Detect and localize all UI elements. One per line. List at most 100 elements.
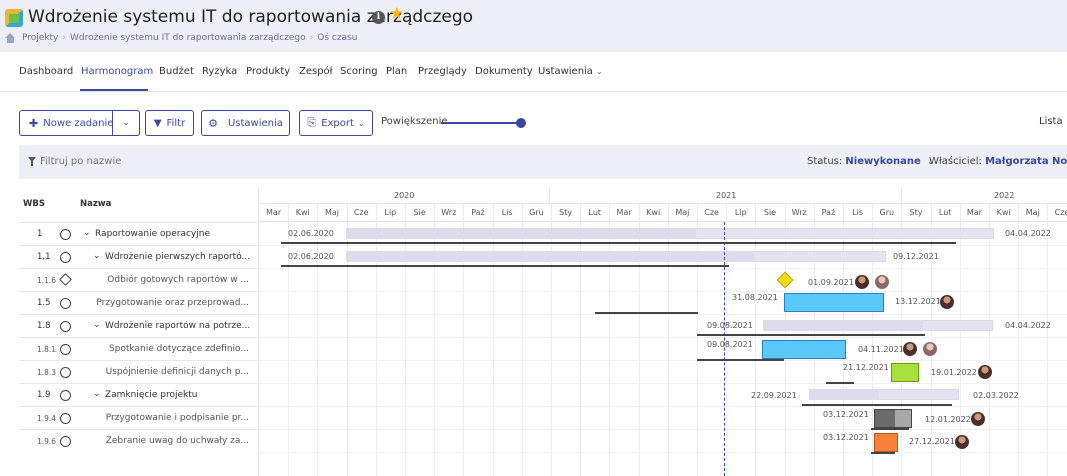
status-radio[interactable] bbox=[60, 413, 71, 424]
tab-dokumenty[interactable]: Dokumenty bbox=[475, 66, 533, 77]
table-row[interactable]: 1.9 ⌄ Zamknięcie projektu bbox=[19, 383, 259, 406]
list-view-toggle[interactable]: Lista bbox=[1039, 116, 1063, 127]
row-name: Zebranie uwag do uchwały za... bbox=[105, 436, 249, 446]
end-date-label: 19.01.2022 bbox=[931, 368, 977, 377]
chevron-down-icon[interactable]: ⌄ bbox=[83, 228, 91, 238]
task-bar[interactable] bbox=[891, 363, 919, 382]
table-row[interactable]: 1.8 ⌄ Wdrożenie raportów na potrze... bbox=[19, 314, 259, 337]
filter-button[interactable]: ▼ Filtr bbox=[145, 110, 194, 136]
tab-budzet[interactable]: Budżet bbox=[159, 66, 194, 77]
tab-dashboard[interactable]: Dashboard bbox=[19, 66, 73, 77]
start-date-label: 22.09.2021 bbox=[751, 391, 797, 400]
month-label: Maj bbox=[1025, 208, 1040, 217]
settings-label: Ustawienia bbox=[227, 117, 283, 129]
status-radio[interactable] bbox=[60, 390, 71, 401]
summary-progress bbox=[346, 228, 696, 239]
tab-ustawienia[interactable]: Ustawienia ⌄ bbox=[538, 66, 603, 77]
status-radio[interactable] bbox=[60, 436, 71, 447]
month-label: Cze bbox=[353, 208, 369, 217]
task-bar[interactable] bbox=[874, 433, 898, 452]
avatar[interactable] bbox=[970, 411, 986, 427]
chevron-down-icon[interactable]: ⌄ bbox=[93, 251, 101, 261]
end-date-label: 04.11.2021 bbox=[858, 345, 904, 354]
tab-ustawienia-label: Ustawienia bbox=[538, 66, 593, 77]
start-date-label: 09.08.2021 bbox=[707, 321, 753, 330]
status-filter-dropdown[interactable]: Status: Niewykonane ⌄ bbox=[807, 156, 934, 167]
status-radio[interactable] bbox=[60, 252, 71, 263]
breadcrumb-item-current: Oś czasu bbox=[317, 33, 358, 43]
tab-plan[interactable]: Plan bbox=[386, 66, 407, 77]
month-label: Sie bbox=[413, 208, 426, 217]
breadcrumb-item-projects[interactable]: Projekty bbox=[22, 33, 58, 43]
status-radio[interactable] bbox=[60, 344, 71, 355]
status-radio[interactable] bbox=[60, 321, 71, 332]
filter-by-name-input[interactable] bbox=[20, 149, 260, 173]
breadcrumb: Projekty › Wdrożenie systemu IT do rapor… bbox=[5, 33, 357, 43]
milestone-marker[interactable] bbox=[776, 271, 794, 289]
export-button[interactable]: ⎘ Export ⌄ bbox=[299, 110, 373, 136]
tab-zespol[interactable]: Zespół bbox=[299, 66, 333, 77]
plus-icon: ✚ bbox=[29, 116, 39, 130]
row-wbs: 1.5 bbox=[37, 298, 51, 308]
status-radio[interactable] bbox=[60, 229, 71, 240]
home-icon[interactable] bbox=[5, 33, 16, 43]
row-name: Wdrożenie pierwszych raportó... bbox=[105, 252, 251, 262]
tab-przeglady[interactable]: Przeglądy bbox=[418, 66, 467, 77]
status-radio[interactable] bbox=[60, 367, 71, 378]
avatar[interactable] bbox=[874, 274, 890, 290]
avatar[interactable] bbox=[854, 274, 870, 290]
status-radio[interactable] bbox=[60, 298, 71, 309]
table-row[interactable]: 1.1 ⌄ Wdrożenie pierwszych raportó... bbox=[19, 245, 259, 268]
task-bar[interactable] bbox=[784, 293, 884, 312]
tab-scoring[interactable]: Scoring bbox=[340, 66, 378, 77]
settings-button[interactable]: ⚙ Ustawienia bbox=[201, 110, 290, 136]
table-row[interactable]: 1.5 Przygotowanie oraz przeprowad... bbox=[19, 291, 259, 314]
breadcrumb-item-project[interactable]: Wdrożenie systemu IT do raportowania zar… bbox=[70, 33, 306, 43]
table-row[interactable]: 1.9.6 Zebranie uwag do uchwały za... bbox=[19, 429, 259, 452]
row-name: Przygotowanie i podpisanie pr... bbox=[105, 413, 249, 423]
tab-produkty[interactable]: Produkty bbox=[246, 66, 290, 77]
baseline-line bbox=[697, 359, 784, 361]
owner-filter-dropdown[interactable]: Właściciel: Małgorzata Nowak ⌄ bbox=[929, 156, 1067, 167]
task-bar[interactable] bbox=[762, 340, 846, 359]
avatar[interactable] bbox=[939, 294, 955, 310]
chevron-down-icon[interactable]: ⌄ bbox=[93, 389, 101, 399]
info-icon[interactable]: i bbox=[372, 11, 385, 24]
table-row[interactable]: 1.1.6 Odbiór gotowych raportów w ... bbox=[19, 268, 259, 291]
favorite-star-icon[interactable]: ★ bbox=[389, 6, 404, 23]
baseline-line bbox=[697, 334, 925, 336]
chevron-down-icon: ⌄ bbox=[357, 118, 365, 128]
table-row[interactable]: 1.8.1 Spotkanie dotyczące zdefinio... bbox=[19, 337, 259, 360]
row-gridline bbox=[259, 291, 1067, 292]
task-bar[interactable] bbox=[874, 409, 912, 428]
chevron-down-icon[interactable]: ⌄ bbox=[93, 320, 101, 330]
start-date-label: 21.12.2021 bbox=[843, 363, 889, 372]
avatar[interactable] bbox=[977, 364, 993, 380]
zoom-slider-thumb[interactable] bbox=[516, 118, 526, 128]
table-row[interactable]: 1.9.4 Przygotowanie i podpisanie pr... bbox=[19, 406, 259, 429]
zoom-slider-track[interactable] bbox=[441, 122, 521, 124]
end-date-label: 12.01.2022 bbox=[925, 415, 971, 424]
month-label: Gru bbox=[879, 208, 895, 217]
end-date-label: 04.04.2022 bbox=[1005, 229, 1051, 238]
month-label: Maj bbox=[675, 208, 690, 217]
month-label: Paź bbox=[821, 208, 836, 217]
month-label: Paź bbox=[471, 208, 485, 217]
table-row[interactable]: 1 ⌄ Raportowanie operacyjne bbox=[19, 222, 259, 245]
timeline-year-header: 2020 2021 2022 bbox=[259, 188, 1067, 204]
tab-harmonogram[interactable]: Harmonogram bbox=[81, 66, 153, 77]
new-task-dropdown-button[interactable]: ⌄ bbox=[113, 110, 140, 136]
tab-ryzyka[interactable]: Ryzyka bbox=[202, 66, 237, 77]
baseline-line bbox=[802, 404, 952, 406]
end-date-label: 02.03.2022 bbox=[973, 391, 1019, 400]
table-row[interactable]: 1.8.3 Uspójnienie definicji danych p... bbox=[19, 360, 259, 383]
row-name: Raportowanie operacyjne bbox=[95, 229, 210, 239]
avatar[interactable] bbox=[922, 341, 938, 357]
milestone-diamond-icon[interactable] bbox=[59, 273, 72, 286]
funnel-icon: ▼ bbox=[153, 117, 162, 129]
row-wbs: 1.9 bbox=[37, 390, 51, 400]
avatar[interactable] bbox=[902, 341, 918, 357]
avatar[interactable] bbox=[954, 434, 970, 450]
row-gridline bbox=[259, 245, 1067, 246]
breadcrumb-separator: › bbox=[62, 33, 66, 43]
